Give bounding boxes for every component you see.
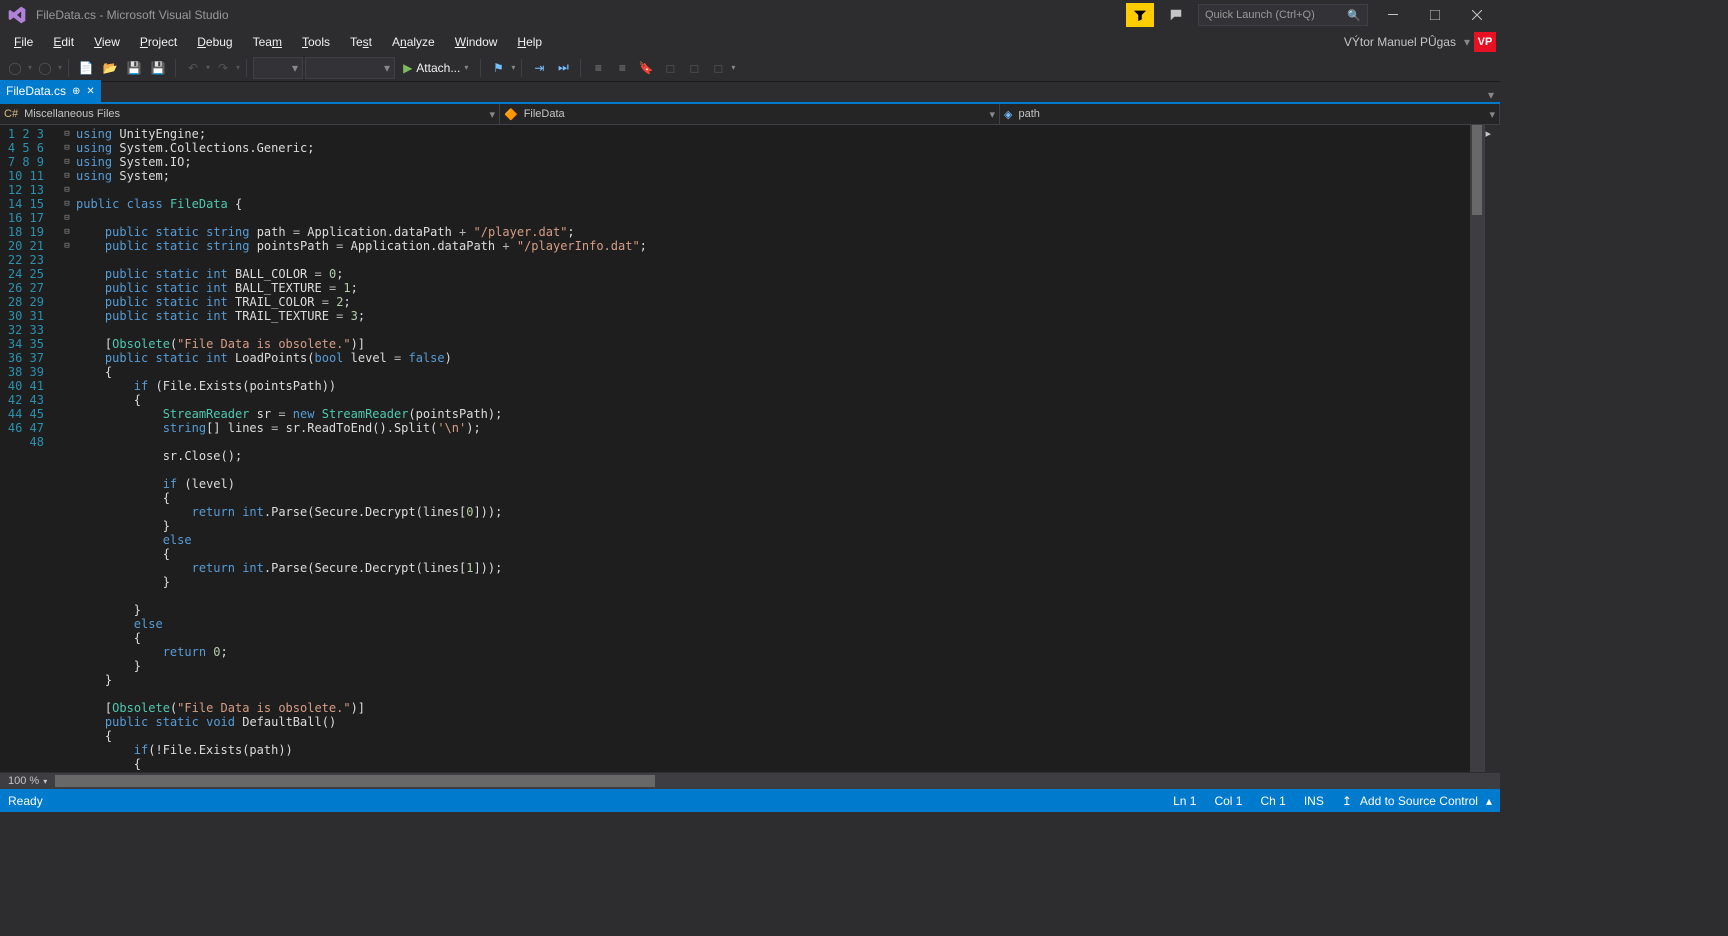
vs-logo-icon — [6, 4, 28, 26]
nav-member-combo[interactable]: ◈ path ▾ — [1000, 104, 1500, 124]
maximize-button[interactable] — [1418, 2, 1452, 28]
window-title: FileData.cs - Microsoft Visual Studio — [36, 8, 229, 22]
undo-button[interactable]: ↶ — [182, 57, 204, 79]
nav-forward-button[interactable]: ◯ — [34, 57, 56, 79]
vertical-scrollbar[interactable] — [1470, 125, 1484, 772]
scrollbar-thumb[interactable] — [55, 775, 655, 787]
menu-view[interactable]: View — [84, 33, 130, 51]
uncomment-icon[interactable]: ≡ — [611, 57, 633, 79]
menu-window[interactable]: Window — [445, 33, 508, 51]
comment-icon[interactable]: ≡ — [587, 57, 609, 79]
status-scm[interactable]: Add to Source Control — [1360, 794, 1478, 808]
menu-analyze[interactable]: Analyze — [382, 33, 445, 51]
close-icon[interactable]: ✕ — [86, 86, 94, 97]
new-project-icon[interactable]: 📄 — [75, 57, 97, 79]
nav-type-label: FileData — [524, 108, 565, 120]
attach-debugger-button[interactable]: ▶ Attach... ▾ — [397, 57, 474, 79]
status-line: Ln 1 — [1173, 794, 1196, 808]
close-button[interactable] — [1460, 2, 1494, 28]
save-all-icon[interactable]: 💾 — [147, 57, 169, 79]
nav-back-button[interactable]: ◯ — [4, 57, 26, 79]
solution-config-combo[interactable]: ▾ — [253, 57, 303, 79]
line-number-gutter: 1 2 3 4 5 6 7 8 9 10 11 12 13 14 15 16 1… — [0, 125, 60, 772]
nav-member-label: path — [1018, 108, 1039, 120]
status-col: Col 1 — [1214, 794, 1242, 808]
menu-debug[interactable]: Debug — [187, 33, 242, 51]
status-ready: Ready — [8, 794, 1155, 808]
user-name[interactable]: VÝtor Manuel PÛgas — [1344, 35, 1456, 49]
menu-team[interactable]: Team — [243, 33, 292, 51]
menu-test[interactable]: Test — [340, 33, 382, 51]
nav-type-combo[interactable]: 🔶 FileData ▾ — [500, 104, 1000, 124]
main-toolbar: ◯ ▾ ◯ ▾ 📄 📂 💾 💾 ↶ ▾ ↷ ▾ ▾ ▾ ▶ Attach... … — [0, 54, 1500, 82]
document-tab-active[interactable]: FileData.cs ⊕ ✕ — [0, 80, 101, 102]
status-ins: INS — [1304, 794, 1324, 808]
chevron-down-icon: ▾ — [1489, 108, 1495, 121]
side-tool-rail: ▸ — [1484, 125, 1500, 772]
horizontal-scrollbar[interactable] — [55, 773, 1500, 789]
nav-scope-combo[interactable]: C# Miscellaneous Files ▾ — [0, 104, 500, 124]
step-into-icon[interactable]: ⇥ — [528, 57, 550, 79]
play-icon: ▶ — [403, 61, 412, 75]
publish-icon[interactable]: ↥ — [1342, 794, 1352, 808]
open-file-icon[interactable]: 📂 — [99, 57, 121, 79]
save-icon[interactable]: 💾 — [123, 57, 145, 79]
menu-file[interactable]: File — [4, 33, 43, 51]
menu-edit[interactable]: Edit — [43, 33, 84, 51]
minimize-button[interactable] — [1376, 2, 1410, 28]
toolbar-btn-a[interactable]: ◻ — [659, 57, 681, 79]
quick-launch-placeholder: Quick Launch (Ctrl+Q) — [1205, 9, 1347, 21]
fold-column[interactable]: ⊟ ⊟ ⊟ ⊟ ⊟ ⊟ ⊟ ⊟ ⊟ — [60, 125, 74, 772]
class-icon: 🔶 — [504, 108, 518, 121]
nav-scope-label: Miscellaneous Files — [24, 108, 120, 120]
pin-icon[interactable]: ⊕ — [72, 86, 80, 97]
chevron-down-icon: ▾ — [989, 108, 995, 121]
chevron-up-icon[interactable]: ▴ — [1486, 794, 1492, 808]
code-editor[interactable]: 1 2 3 4 5 6 7 8 9 10 11 12 13 14 15 16 1… — [0, 125, 1500, 772]
code-area[interactable]: using UnityEngine; using System.Collecti… — [74, 125, 1470, 772]
expand-rail-icon[interactable]: ▸ — [1486, 127, 1500, 141]
document-tab-row: FileData.cs ⊕ ✕ ▾ — [0, 82, 1500, 104]
code-nav-bar: C# Miscellaneous Files ▾ 🔶 FileData ▾ ◈ … — [0, 104, 1500, 125]
csharp-file-icon: C# — [4, 108, 18, 120]
field-icon: ◈ — [1004, 108, 1012, 121]
tab-overflow-button[interactable]: ▾ — [1482, 88, 1500, 102]
scrollbar-thumb[interactable] — [1472, 125, 1482, 215]
menu-help[interactable]: Help — [507, 33, 552, 51]
feedback-icon[interactable] — [1162, 3, 1190, 27]
attach-label: Attach... — [416, 61, 460, 75]
redo-button[interactable]: ↷ — [212, 57, 234, 79]
menu-project[interactable]: Project — [130, 33, 187, 51]
notifications-icon[interactable] — [1126, 3, 1154, 27]
title-bar: FileData.cs - Microsoft Visual Studio Qu… — [0, 0, 1500, 30]
find-in-files-icon[interactable]: ⚑ — [487, 57, 509, 79]
toolbar-btn-b[interactable]: ◻ — [683, 57, 705, 79]
solution-platform-combo[interactable]: ▾ — [305, 57, 395, 79]
menu-bar: File Edit View Project Debug Team Tools … — [0, 30, 1500, 54]
zoom-combo[interactable]: 100 % ▾ — [0, 775, 55, 787]
search-icon: 🔍 — [1347, 9, 1361, 22]
menu-tools[interactable]: Tools — [292, 33, 340, 51]
horizontal-scroll-row: 100 % ▾ — [0, 772, 1500, 789]
zoom-label: 100 % — [8, 775, 39, 787]
status-ch: Ch 1 — [1260, 794, 1285, 808]
quick-launch-input[interactable]: Quick Launch (Ctrl+Q) 🔍 — [1198, 4, 1368, 26]
bookmark-icon[interactable]: 🔖 — [635, 57, 657, 79]
tab-title: FileData.cs — [6, 84, 66, 98]
step-over-icon[interactable]: ⏭ — [552, 57, 574, 79]
chevron-down-icon: ▾ — [489, 108, 495, 121]
status-bar: Ready Ln 1 Col 1 Ch 1 INS ↥ Add to Sourc… — [0, 789, 1500, 812]
toolbar-btn-c[interactable]: ◻ — [707, 57, 729, 79]
user-badge[interactable]: VP — [1474, 32, 1496, 52]
user-chevron-icon[interactable]: ▾ — [1464, 35, 1470, 49]
chevron-down-icon: ▾ — [43, 777, 47, 786]
